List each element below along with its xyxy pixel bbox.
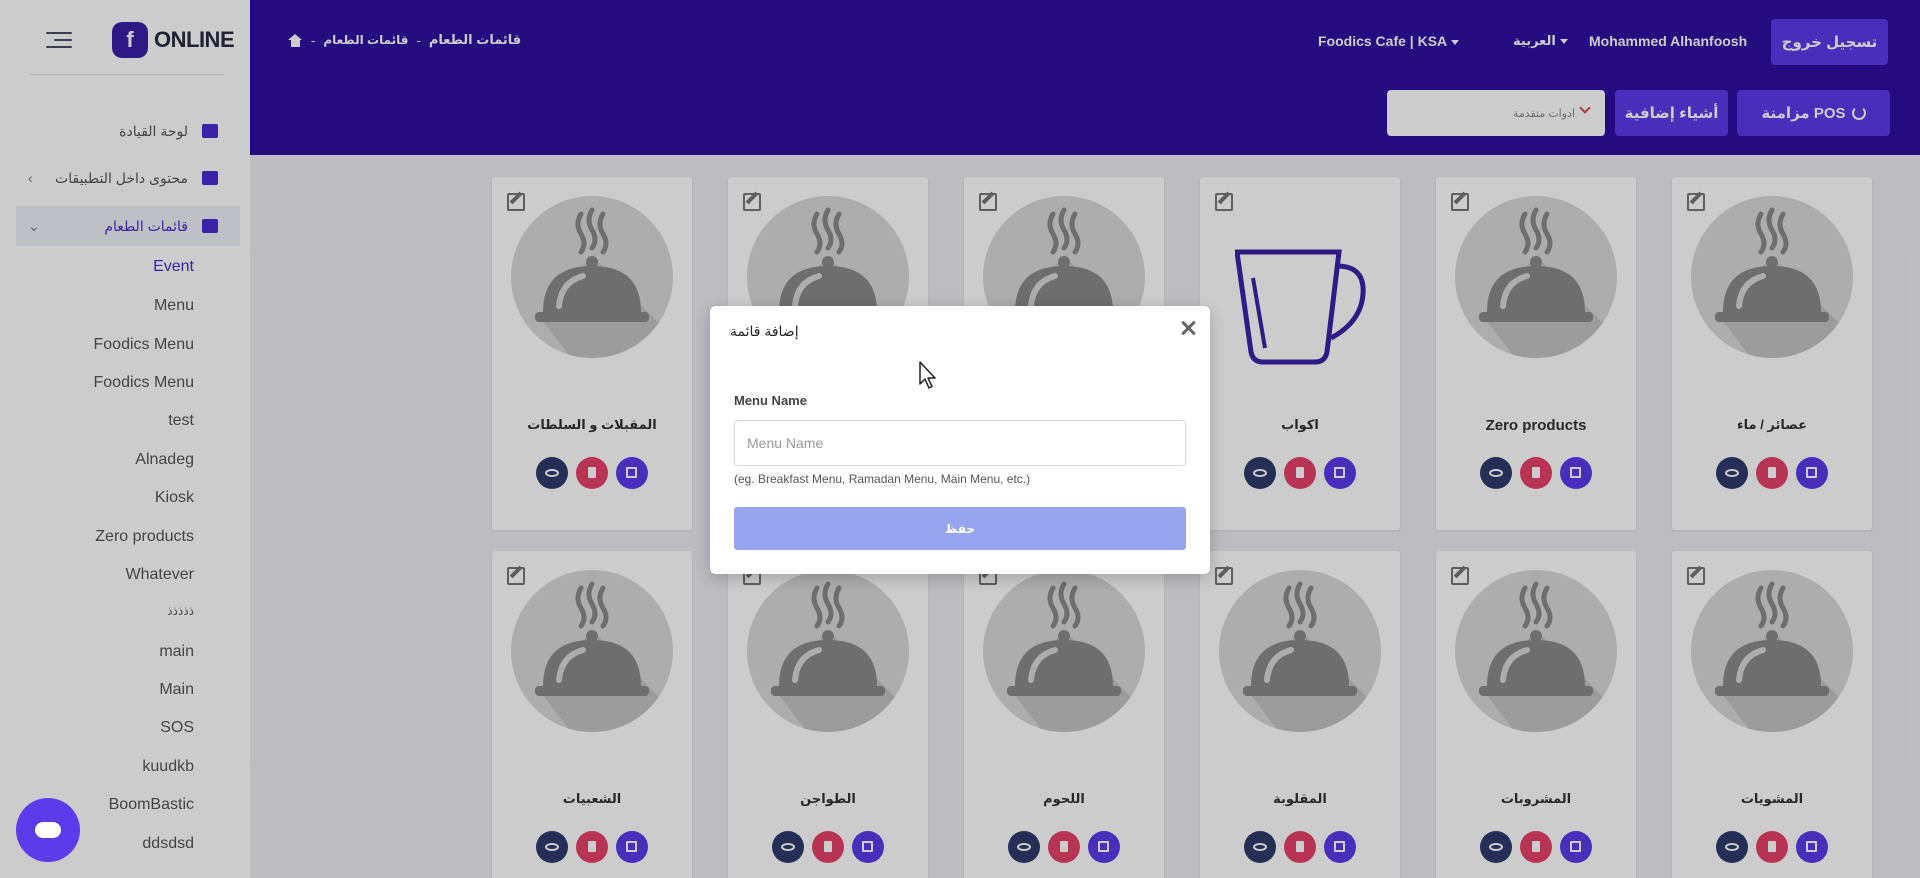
close-icon[interactable]: [1180, 320, 1196, 336]
mouse-cursor-icon: [919, 361, 936, 389]
modal-title: إضافة قائمة: [730, 323, 799, 339]
menu-name-input[interactable]: [734, 420, 1186, 466]
menu-name-label: Menu Name: [734, 393, 807, 408]
save-button[interactable]: حفظ: [734, 507, 1186, 550]
chat-widget-button[interactable]: [16, 798, 80, 862]
add-menu-modal: إضافة قائمة Menu Name (eg. Breakfast Men…: [710, 306, 1210, 574]
menu-name-hint: (eg. Breakfast Menu, Ramadan Menu, Main …: [734, 472, 1031, 486]
